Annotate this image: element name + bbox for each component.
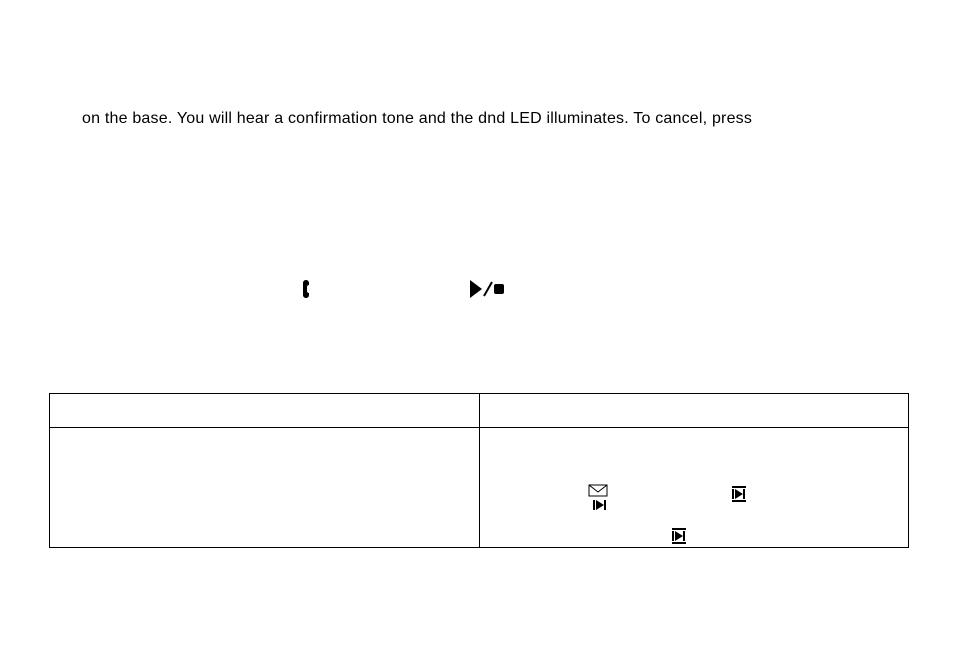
play-stop-icon <box>470 280 498 298</box>
table-header-left <box>50 394 480 428</box>
table-body-left <box>50 428 480 548</box>
table-header-row <box>50 394 909 428</box>
instruction-table <box>49 393 909 548</box>
table-body-row <box>50 428 909 548</box>
table-body-right <box>479 428 909 548</box>
paragraph-line-1: on the base. You will hear a confirmatio… <box>82 110 752 128</box>
mail-skip-icon <box>588 484 608 504</box>
handset-icon <box>300 278 314 298</box>
skip-forward-icon <box>732 486 752 506</box>
table-header-right <box>479 394 909 428</box>
skip-forward-icon <box>672 528 692 548</box>
